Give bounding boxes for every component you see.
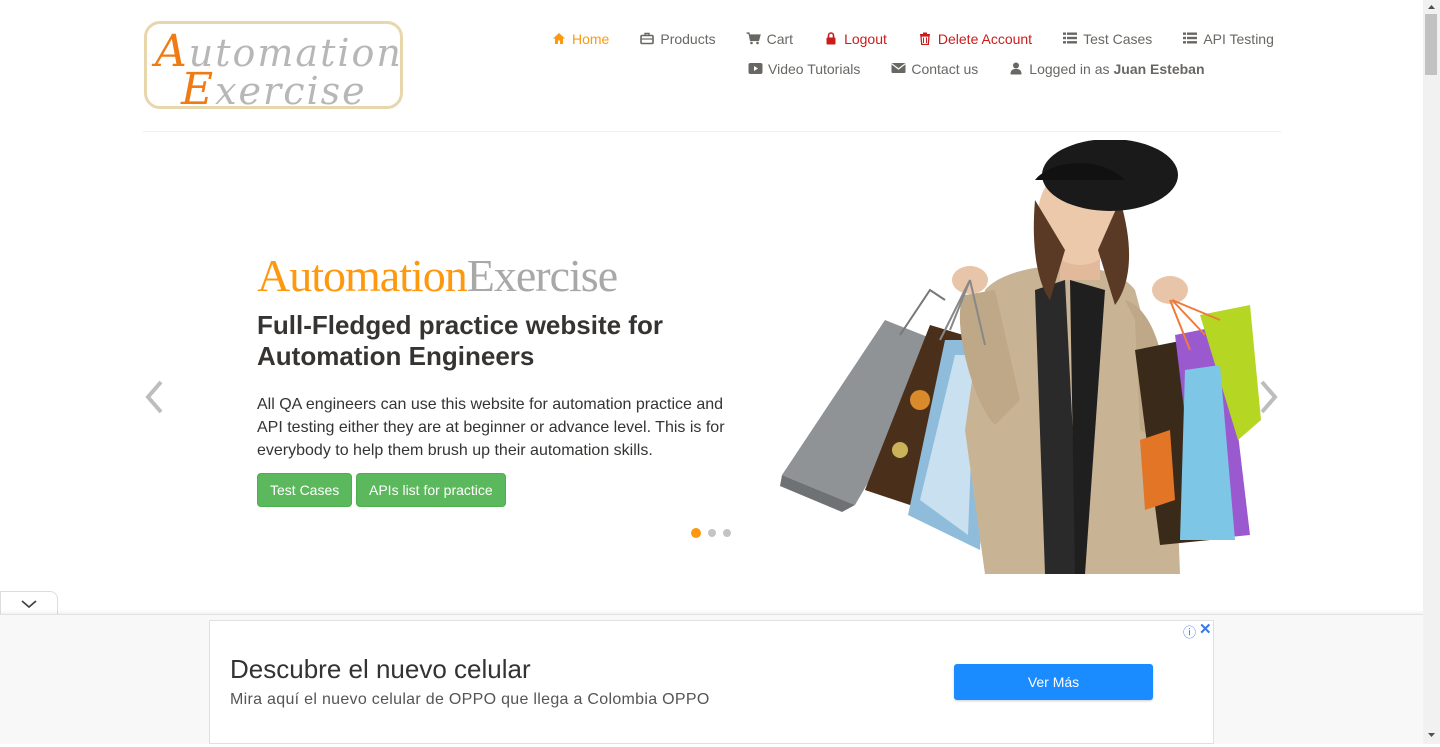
ad-cta-button[interactable]: Ver Más (954, 664, 1153, 700)
ad-close-icon[interactable]: ✕ (1199, 620, 1212, 638)
slider-prev-button[interactable] (142, 377, 166, 417)
nav-delete-account-label: Delete Account (937, 31, 1033, 47)
nav-api-testing-label: API Testing (1203, 31, 1274, 47)
nav-test-cases[interactable]: Test Cases (1062, 31, 1152, 47)
briefcase-icon (639, 32, 655, 47)
slider-brand-title: AutomationExercise (257, 250, 618, 301)
envelope-icon (890, 62, 906, 76)
ad-subtitle[interactable]: Mira aquí el nuevo celular de OPPO que l… (230, 691, 710, 709)
nav-logout-label: Logout (844, 31, 887, 47)
cart-icon (746, 31, 762, 47)
nav-logout[interactable]: Logout (823, 31, 887, 47)
slider-indicators (691, 528, 738, 538)
nav-home-label: Home (572, 31, 610, 47)
nav-api-testing[interactable]: API Testing (1182, 31, 1274, 47)
nav-delete-account[interactable]: Delete Account (917, 31, 1032, 47)
header-divider (143, 131, 1281, 132)
list-icon (1182, 32, 1198, 46)
nav-test-cases-label: Test Cases (1083, 31, 1153, 47)
nav-products[interactable]: Products (639, 31, 716, 47)
list-icon (1062, 32, 1078, 46)
slider-dot-3[interactable] (723, 529, 731, 537)
scroll-up-arrow-icon[interactable] (1423, 0, 1440, 14)
nav-contact-us[interactable]: Contact us (890, 61, 978, 77)
main-nav: Home Products Cart Logout Delete Account (551, 31, 1274, 47)
nav-contact-us-label: Contact us (911, 61, 979, 77)
logged-in-status: Logged in as Juan Esteban (1008, 61, 1205, 77)
lock-icon (823, 31, 839, 47)
nav-cart[interactable]: Cart (746, 31, 793, 47)
home-icon (551, 32, 567, 47)
nav-home[interactable]: Home (551, 31, 609, 47)
slider-description: All QA engineers can use this website fo… (257, 396, 725, 459)
site-logo[interactable]: Automation Exercise (144, 21, 403, 109)
slider-dot-2[interactable] (708, 529, 716, 537)
ad-title[interactable]: Descubre el nuevo celular (230, 654, 531, 685)
nav-video-tutorials-label: Video Tutorials (768, 61, 861, 77)
hero-image (780, 140, 1261, 574)
ad-info-icon[interactable]: ⓘ (1183, 622, 1196, 641)
play-icon (747, 62, 763, 77)
test-cases-button[interactable]: Test Cases (257, 473, 353, 507)
apis-list-button[interactable]: APIs list for practice (356, 473, 506, 507)
logo-line-2: Exercise (181, 64, 367, 109)
page: Automation Exercise Home Products Cart L… (0, 0, 1423, 744)
scroll-down-arrow-icon[interactable] (1423, 728, 1440, 742)
secondary-nav: Video Tutorials Contact us Logged in as … (747, 61, 1205, 77)
vertical-scrollbar[interactable] (1423, 0, 1440, 744)
logged-in-username: Juan Esteban (1113, 61, 1205, 77)
nav-products-label: Products (660, 31, 716, 47)
slider-dot-1[interactable] (691, 528, 701, 538)
slider-headline: Full-Fledged practice website for Automa… (257, 310, 663, 371)
logged-in-prefix: Logged in as (1029, 61, 1110, 77)
trash-icon (917, 32, 933, 47)
nav-video-tutorials[interactable]: Video Tutorials (747, 61, 860, 77)
scrollbar-thumb[interactable] (1425, 14, 1437, 75)
user-icon (1008, 62, 1024, 77)
ad-collapse-toggle[interactable] (0, 591, 58, 616)
nav-cart-label: Cart (766, 31, 794, 47)
chevron-left-icon (145, 380, 163, 414)
